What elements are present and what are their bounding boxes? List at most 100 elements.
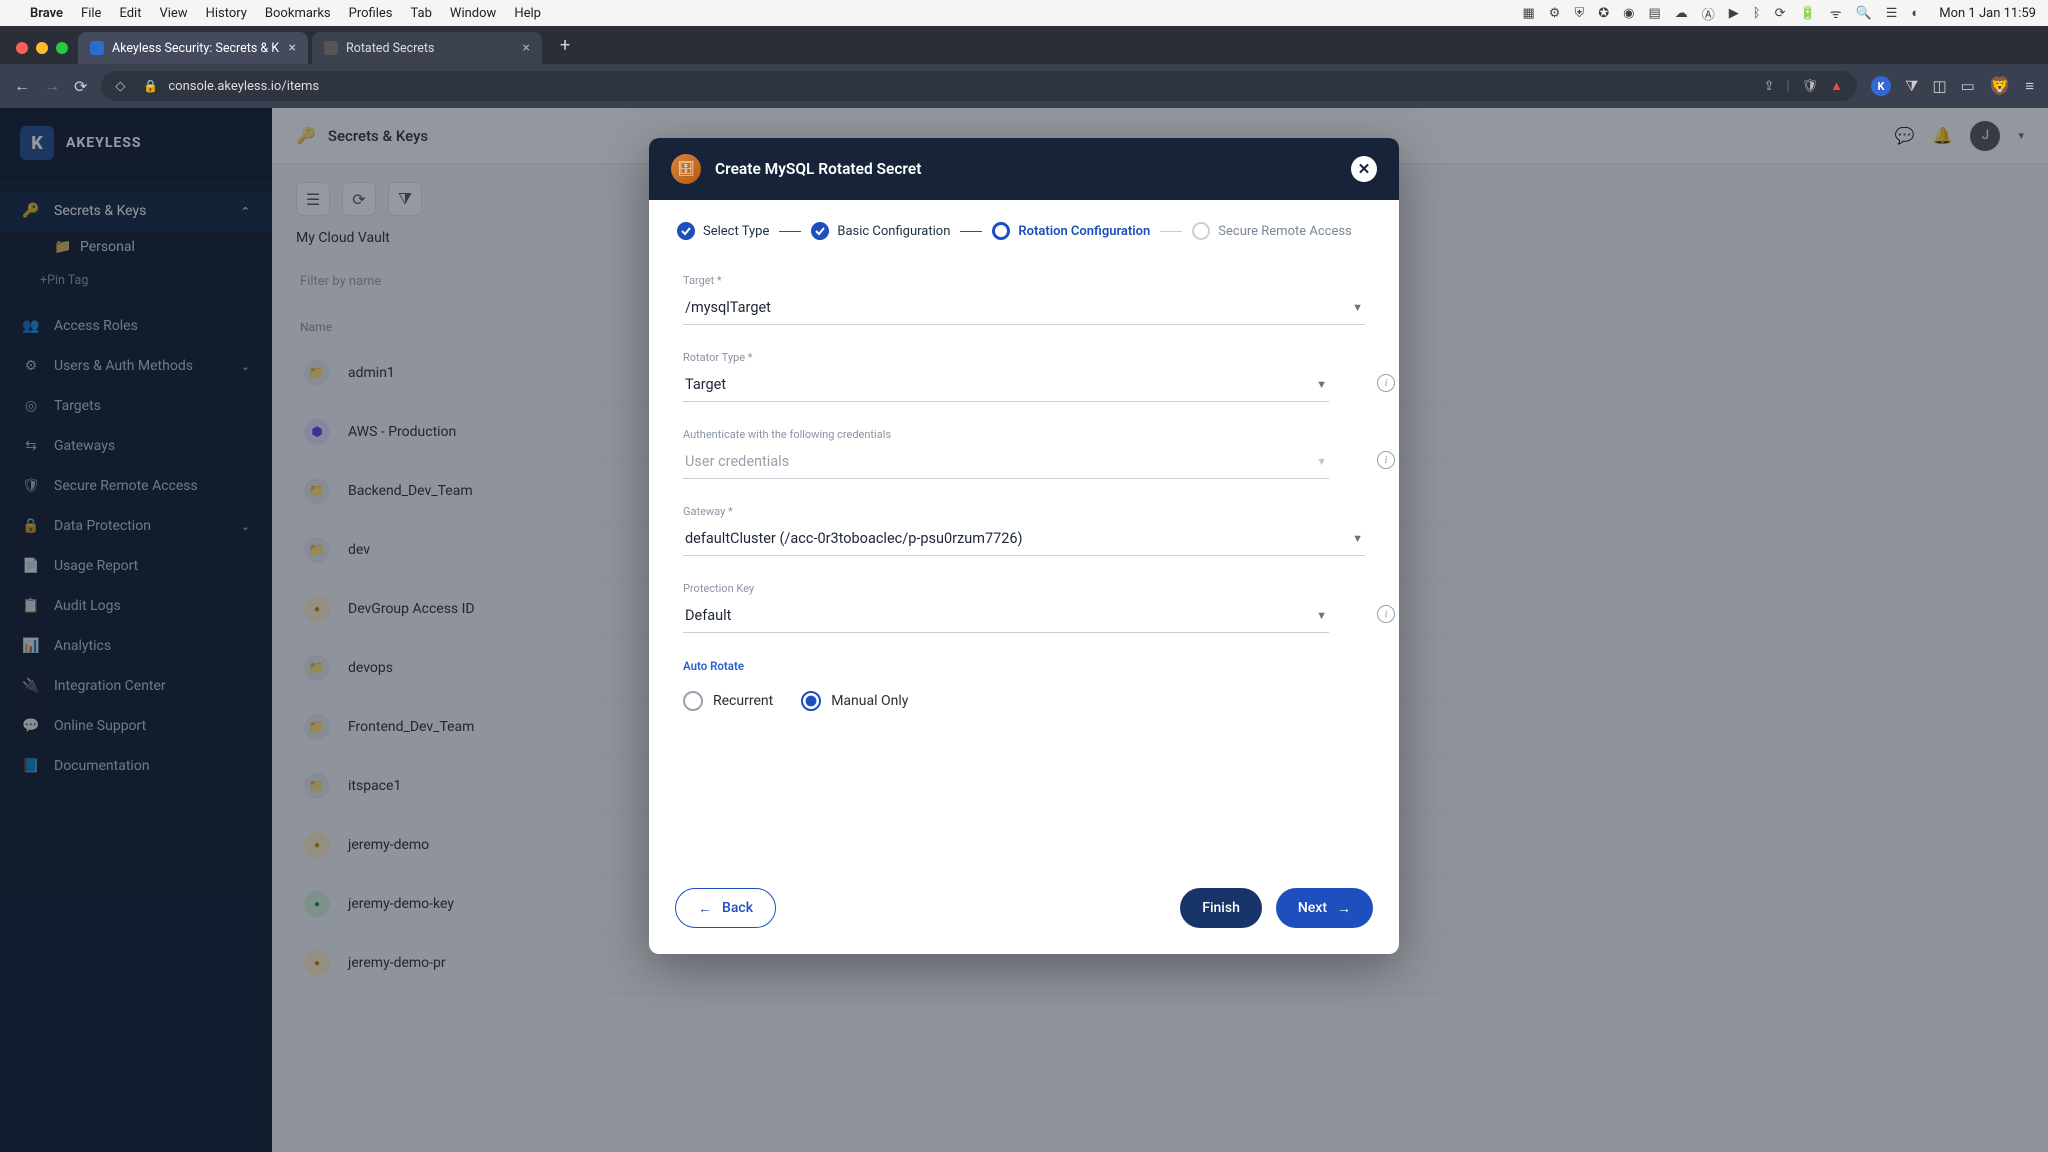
field-label: Target * — [683, 274, 1365, 287]
field-rotator-type: Rotator Type * Target ▼ i — [683, 351, 1365, 402]
step-select-type[interactable]: Select Type — [677, 222, 769, 240]
tray-app3-icon[interactable]: ▤ — [1648, 6, 1660, 21]
macos-menubar: Brave File Edit View History Bookmarks P… — [0, 0, 2048, 26]
app-root: K AKEYLESS 🔑 Secrets & Keys ⌃ 📁 Personal… — [0, 108, 2048, 1152]
brave-shield-icon[interactable]: 🛡 — [1802, 79, 1819, 94]
share-icon[interactable]: ⇪ — [1764, 79, 1775, 94]
tray-screenshare-icon[interactable]: ▦ — [1523, 6, 1535, 21]
nav-forward-icon[interactable]: → — [44, 76, 60, 96]
step-label: Secure Remote Access — [1218, 224, 1351, 239]
tray-app2-icon[interactable]: ◉ — [1623, 6, 1634, 21]
menu-window[interactable]: Window — [450, 6, 496, 21]
url-text: console.akeyless.io/items — [168, 79, 319, 94]
field-auth-creds: Authenticate with the following credenti… — [683, 428, 1365, 479]
info-icon[interactable]: i — [1377, 451, 1395, 469]
auth-credentials-select[interactable]: User credentials ▼ — [683, 447, 1329, 479]
rotator-type-select[interactable]: Target ▼ — [683, 370, 1329, 402]
tray-shield-icon[interactable]: ⛨ — [1574, 6, 1584, 21]
menu-edit[interactable]: Edit — [119, 6, 141, 21]
step-rotation-config[interactable]: Rotation Configuration — [992, 222, 1150, 240]
info-icon[interactable]: i — [1377, 605, 1395, 623]
tab-close-icon[interactable]: × — [523, 40, 530, 56]
tray-cloud-icon[interactable]: ☁ — [1675, 6, 1688, 21]
tab-title: Rotated Secrets — [346, 41, 434, 56]
next-button[interactable]: Next → — [1276, 888, 1373, 928]
tray-bluetooth-icon[interactable]: ᛒ — [1753, 6, 1761, 21]
tray-a-icon[interactable]: Ⓐ — [1702, 4, 1715, 23]
select-value: defaultCluster (/acc-0r3toboaclec/p-psu0… — [685, 530, 1023, 547]
menubar-clock[interactable]: Mon 1 Jan 11:59 — [1939, 6, 2036, 21]
tray-app1-icon[interactable]: ✪ — [1598, 6, 1609, 21]
window-minimize-icon[interactable] — [36, 42, 48, 54]
menu-bookmarks[interactable]: Bookmarks — [265, 6, 331, 21]
extensions-icon[interactable]: ⧩ — [1905, 77, 1918, 95]
arrow-right-icon: → — [1337, 900, 1351, 917]
menubar-app-name[interactable]: Brave — [30, 6, 63, 21]
menu-help[interactable]: Help — [514, 6, 541, 21]
tab-favicon-icon — [324, 41, 338, 55]
radio-manual-only[interactable]: Manual Only — [801, 691, 908, 711]
modal-header: 🗄 Create MySQL Rotated Secret ✕ — [649, 138, 1399, 200]
info-icon[interactable]: i — [1377, 374, 1395, 392]
protection-key-select[interactable]: Default ▼ — [683, 601, 1329, 633]
step-sra[interactable]: Secure Remote Access — [1192, 222, 1351, 240]
field-protection-key: Protection Key Default ▼ i — [683, 582, 1365, 633]
browser-toolbar: ← → ⟳ ◇ 🔒 console.akeyless.io/items ⇪ | … — [0, 64, 2048, 108]
radio-dot-icon — [683, 691, 703, 711]
new-tab-button[interactable]: + — [546, 35, 584, 64]
tray-user-icon[interactable]: ◐ — [1911, 5, 1919, 21]
address-bar[interactable]: ◇ 🔒 console.akeyless.io/items ⇪ | 🛡 ▲ — [101, 71, 1857, 101]
step-label: Rotation Configuration — [1018, 224, 1150, 239]
mysql-icon: 🗄 — [671, 154, 701, 184]
modal-body: Target * /mysqlTarget ▼ Rotator Type * T… — [649, 250, 1399, 870]
radio-dot-icon — [801, 691, 821, 711]
sidebar-toggle-icon[interactable]: ◫ — [1932, 77, 1946, 95]
field-label: Protection Key — [683, 582, 1365, 595]
tray-battery-icon[interactable]: 🔋 — [1800, 6, 1816, 21]
tray-search-icon[interactable]: 🔍 — [1856, 6, 1872, 21]
browser-tab-strip: Akeyless Security: Secrets & K × Rotated… — [0, 26, 2048, 64]
brave-logo-icon[interactable]: 🦁 — [1989, 76, 2011, 97]
tray-gear-icon[interactable]: ⚙ — [1549, 6, 1561, 21]
radio-recurrent[interactable]: Recurrent — [683, 691, 773, 711]
auto-rotate-label: Auto Rotate — [683, 659, 1365, 673]
tray-play-icon[interactable]: ▶ — [1729, 6, 1739, 21]
menu-file[interactable]: File — [81, 6, 101, 21]
browser-tab-rotated[interactable]: Rotated Secrets × — [312, 32, 542, 64]
menu-view[interactable]: View — [159, 6, 187, 21]
browser-tab-akeyless[interactable]: Akeyless Security: Secrets & K × — [78, 32, 308, 64]
step-label: Select Type — [703, 224, 769, 239]
brave-rewards-icon[interactable]: ▲ — [1830, 78, 1843, 94]
tray-sync-icon[interactable]: ⟳ — [1775, 6, 1786, 21]
tab-title: Akeyless Security: Secrets & K — [112, 41, 279, 56]
field-label: Rotator Type * — [683, 351, 1365, 364]
select-value: Default — [685, 607, 731, 624]
field-label: Authenticate with the following credenti… — [683, 428, 1365, 441]
wallet-icon[interactable]: ▭ — [1961, 77, 1975, 95]
modal-footer: ← Back Finish Next → — [649, 870, 1399, 954]
back-button[interactable]: ← Back — [675, 888, 776, 928]
nav-reload-icon[interactable]: ⟳ — [74, 77, 87, 96]
menu-profiles[interactable]: Profiles — [349, 6, 393, 21]
gateway-select[interactable]: defaultCluster (/acc-0r3toboaclec/p-psu0… — [683, 524, 1365, 556]
window-close-icon[interactable] — [16, 42, 28, 54]
radio-label: Manual Only — [831, 693, 908, 709]
hamburger-menu-icon[interactable]: ≡ — [2025, 77, 2034, 95]
window-zoom-icon[interactable] — [56, 42, 68, 54]
tray-control-center-icon[interactable]: ☰ — [1886, 6, 1898, 21]
tray-wifi-icon[interactable]: ᯤ — [1830, 4, 1842, 22]
step-basic-config[interactable]: Basic Configuration — [811, 222, 950, 240]
field-gateway: Gateway * defaultCluster (/acc-0r3toboac… — [683, 505, 1365, 556]
nav-back-icon[interactable]: ← — [14, 76, 30, 96]
modal-close-button[interactable]: ✕ — [1351, 156, 1377, 182]
menu-tab[interactable]: Tab — [411, 6, 432, 21]
arrow-left-icon: ← — [698, 900, 712, 917]
auto-rotate-radios: Recurrent Manual Only — [683, 691, 1365, 711]
finish-button[interactable]: Finish — [1180, 888, 1262, 928]
profile-k-icon[interactable]: K — [1871, 76, 1891, 96]
bookmark-icon[interactable]: ◇ — [115, 79, 125, 94]
chevron-down-icon: ▼ — [1316, 378, 1327, 391]
target-select[interactable]: /mysqlTarget ▼ — [683, 293, 1365, 325]
menu-history[interactable]: History — [206, 6, 247, 21]
tab-close-icon[interactable]: × — [289, 40, 296, 56]
